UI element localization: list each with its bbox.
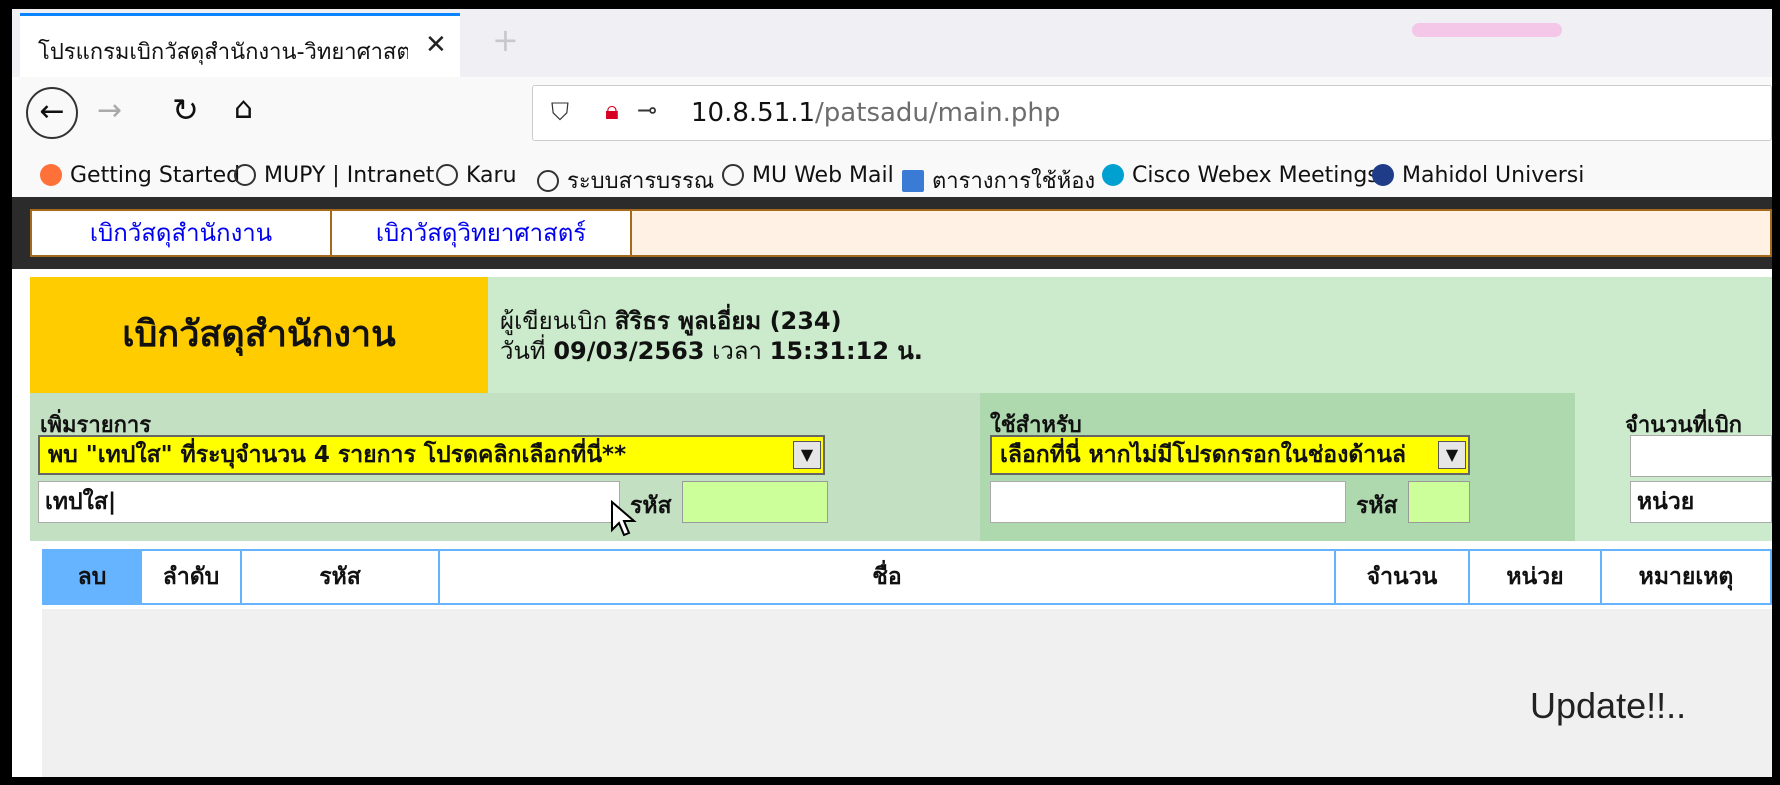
dropdown-arrow-icon[interactable]: ▼ [793,441,821,469]
bookmark-cisco-webex[interactable]: Cisco Webex Meetings [1102,163,1379,188]
key-icon[interactable]: ⊸ [637,96,657,124]
globe-icon [436,164,458,186]
close-tab-icon[interactable]: ✕ [425,30,447,60]
firefox-icon [40,164,62,186]
bookmarks-toolbar: Getting Started MUPY | Intranet Karu ระบ… [12,157,1772,198]
reload-icon[interactable]: ↻ [172,91,199,129]
bottom-border [0,777,1780,785]
page-header: เบิกวัสดุสำนักงาน ผู้เขียนเบิก สิริธร พู… [30,277,1772,393]
datetime-line: วันที่ 09/03/2563 เวลา 15:31:12 น. [500,331,923,370]
unit-value: หน่วย [1637,489,1695,515]
tab-active[interactable]: โปรแกรมเบิกวัสดุสำนักงาน-วิทยาศาสต ✕ [20,13,460,77]
time-value: 15:31:12 น. [769,337,923,365]
col-quantity: จำนวน [1336,551,1470,603]
tab-strip: โปรแกรมเบิกวัสดุสำนักงาน-วิทยาศาสต ✕ + [12,9,1772,78]
item-select[interactable]: พบ "เทปใส" ที่ระบุจำนวน 4 รายการ โปรดคลิ… [38,435,825,475]
bookmark-saraban[interactable]: ระบบสารบรรณ [537,163,714,197]
page-title: เบิกวัสดุสำนักงาน [30,277,488,393]
use-for-select-value: เลือกที่นี่ หากไม่มีโปรดกรอกในช่องด้านล่ [1000,442,1407,468]
screenshot-frame: โปรแกรมเบิกวัสดุสำนักงาน-วิทยาศาสต ✕ + ←… [0,0,1780,785]
globe-icon [234,164,256,186]
left-border [0,0,12,785]
menu-science-supplies[interactable]: เบิกวัสดุวิทยาศาสตร์ [332,211,632,255]
app-menu: เบิกวัสดุสำนักงาน เบิกวัสดุวิทยาศาสตร์ [30,209,1772,257]
new-tab-icon[interactable]: + [492,21,519,59]
items-table-header: ลบ ลำดับ รหัส ชื่อ จำนวน หน่วย หมายเหตุ [42,549,1772,605]
address-bar[interactable]: ⛉ 🔒︎ ⊸ 10.8.51.1/patsadu/main.php [532,85,1772,141]
shield-icon[interactable]: ⛉ [551,98,569,126]
date-value: 09/03/2563 [553,337,705,365]
time-label: เวลา [712,337,762,365]
top-border [0,0,1780,9]
update-status: Update!!.. [1530,685,1687,726]
use-for-code-field[interactable] [1408,481,1470,523]
use-for-code-label: รหัส [1356,493,1398,519]
col-code: รหัส [242,551,440,603]
mouse-cursor-icon [611,500,637,537]
unit-field[interactable]: หน่วย [1630,481,1772,523]
blurred-overlay [1412,23,1562,37]
item-code-field[interactable] [682,481,828,523]
bookmark-room-schedule[interactable]: ตารางการใช้ห้อง [902,163,1095,197]
bookmark-getting-started[interactable]: Getting Started [40,163,240,188]
col-remark: หมายเหตุ [1638,564,1734,590]
date-label: วันที่ [500,337,546,365]
navigation-bar: ← → ↻ ⌂ ⛉ 🔒︎ ⊸ 10.8.51.1/patsadu/main.ph… [12,77,1772,157]
forward-arrow-icon[interactable]: → [97,93,122,128]
search-input[interactable]: เทปใส| [38,481,620,523]
col-name: ชื่อ [440,551,1336,603]
add-item-group: เพิ่มรายการ พบ "เทปใส" ที่ระบุจำนวน 4 รา… [30,393,980,541]
url-text[interactable]: 10.8.51.1/patsadu/main.php [691,98,1060,128]
items-table-body [42,609,1772,777]
app-menu-bar: เบิกวัสดุสำนักงาน เบิกวัสดุวิทยาศาสตร์ [12,197,1772,269]
col-order: ลำดับ [142,551,242,603]
insecure-lock-icon[interactable]: 🔒︎ [605,96,619,127]
use-for-group: ใช้สำหรับ เลือกที่นี่ หากไม่มีโปรดกรอกใน… [980,393,1575,541]
back-arrow-icon[interactable]: ← [26,87,78,139]
webex-icon [1102,164,1124,186]
right-border [1772,0,1780,785]
use-for-input[interactable] [990,481,1346,523]
tab-title: โปรแกรมเบิกวัสดุสำนักงาน-วิทยาศาสต [38,40,408,65]
search-input-value: เทปใส [45,489,108,515]
page-content: เบิกวัสดุสำนักงาน เบิกวัสดุวิทยาศาสตร์ เ… [12,197,1772,777]
bookmark-mahidol[interactable]: Mahidol Universi [1372,163,1584,188]
calendar-icon [902,170,924,192]
quantity-input[interactable] [1630,435,1772,477]
seal-icon [1372,164,1394,186]
bookmark-mu-web-mail[interactable]: MU Web Mail [722,163,894,188]
globe-icon [537,170,559,192]
globe-icon [722,164,744,186]
bookmark-mupy-intranet[interactable]: MUPY | Intranet [234,163,434,188]
col-unit: หน่วย [1470,551,1602,603]
bookmark-karu[interactable]: Karu [436,163,517,188]
home-icon[interactable]: ⌂ [234,91,253,126]
col-delete: ลบ [44,551,142,603]
dropdown-arrow-icon[interactable]: ▼ [1438,441,1466,469]
item-select-value: พบ "เทปใส" ที่ระบุจำนวน 4 รายการ โปรดคลิ… [48,442,627,468]
menu-office-supplies[interactable]: เบิกวัสดุสำนักงาน [32,211,332,255]
use-for-select[interactable]: เลือกที่นี่ หากไม่มีโปรดกรอกในช่องด้านล่… [990,435,1470,475]
entry-form: เพิ่มรายการ พบ "เทปใส" ที่ระบุจำนวน 4 รา… [30,393,1772,541]
